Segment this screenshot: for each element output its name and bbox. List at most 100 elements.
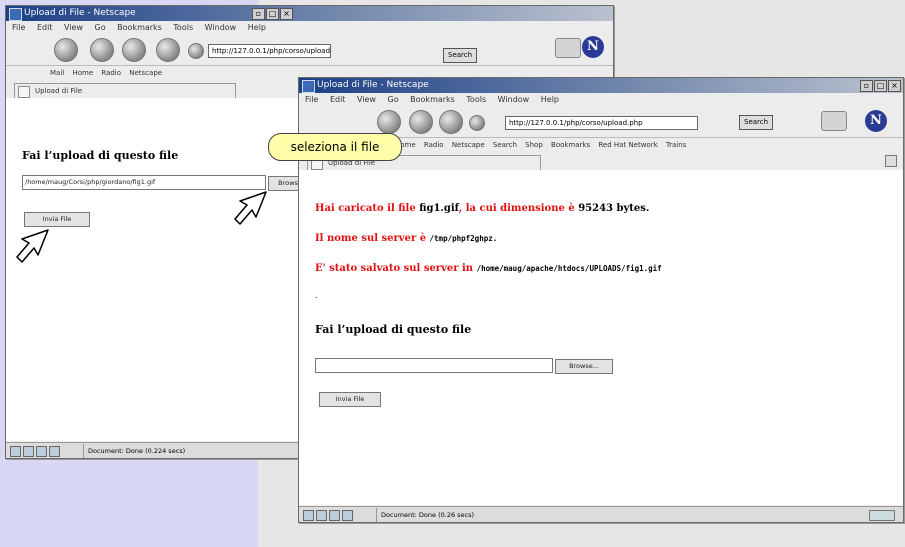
netscape-app-icon	[302, 80, 315, 93]
bookmark-home[interactable]: Home	[72, 69, 93, 77]
security-lock-icon[interactable]	[869, 510, 895, 521]
menu-window[interactable]: Window	[205, 23, 237, 32]
maximize-icon[interactable]: □	[874, 80, 887, 92]
left-menu-bar: File Edit View Go Bookmarks Tools Window…	[6, 21, 613, 35]
right-upload-heading: Fai l’upload di questo file	[315, 323, 472, 336]
result-line2-text-a: Il nome sul server è	[315, 233, 430, 244]
menu-file[interactable]: File	[12, 23, 25, 32]
bookmark-bookmarks[interactable]: Bookmarks	[551, 141, 590, 149]
result-saved-path: /home/maug/apache/htdocs/UPLOADS/fig1.gi…	[476, 264, 662, 273]
left-status-text: Document: Done (0.224 secs)	[83, 444, 185, 458]
left-upload-heading: Fai l’upload di questo file	[22, 149, 179, 162]
left-print-icon[interactable]	[555, 38, 581, 58]
left-window-controls: ▫ □ ×	[252, 8, 293, 20]
menu-view[interactable]: View	[64, 23, 83, 32]
back-icon[interactable]	[54, 38, 78, 62]
right-file-input[interactable]	[315, 358, 553, 373]
left-search-button[interactable]: Search	[443, 48, 478, 63]
minimize-icon[interactable]: ▫	[252, 8, 265, 20]
left-tab-label: Upload di File	[35, 87, 83, 95]
right-title-bar[interactable]: Upload di File - Netscape ▫ □ ×	[299, 78, 903, 93]
menu-view[interactable]: View	[357, 95, 376, 104]
netscape-app-icon	[9, 8, 22, 21]
arrow-cursor-icon	[234, 191, 267, 225]
maximize-icon[interactable]: □	[266, 8, 279, 20]
right-browse-button[interactable]: Browse...	[555, 359, 613, 374]
upload-result-line-3: E' stato salvato sul server in /home/mau…	[315, 263, 662, 274]
left-netscape-n-logo[interactable]: N	[582, 36, 604, 58]
right-window-title: Upload di File - Netscape	[317, 80, 429, 90]
right-menu-bar: File Edit View Go Bookmarks Tools Window…	[299, 93, 903, 107]
menu-tools[interactable]: Tools	[173, 23, 193, 32]
minimize-icon[interactable]: ▫	[860, 80, 873, 92]
menu-go[interactable]: Go	[95, 23, 106, 32]
status-icons	[10, 446, 60, 457]
select-file-callout: seleziona il file	[268, 133, 402, 161]
result-line1-text-a: Hai caricato il file	[315, 203, 420, 214]
home-icon[interactable]	[188, 43, 204, 59]
status-icons	[303, 510, 353, 521]
right-print-icon[interactable]	[821, 111, 847, 131]
bookmark-netscape[interactable]: Netscape	[452, 141, 485, 149]
stop-icon[interactable]	[469, 115, 485, 131]
close-icon[interactable]: ×	[280, 8, 293, 20]
forward-icon[interactable]	[90, 38, 114, 62]
bookmark-trains[interactable]: Trains	[666, 141, 686, 149]
left-file-input[interactable]: /home/maug/Corsi/php/giordano/fig1.gif	[22, 175, 266, 190]
mail-icon[interactable]	[316, 510, 327, 521]
close-icon[interactable]: ×	[888, 80, 901, 92]
composer-icon[interactable]	[36, 446, 47, 457]
menu-edit[interactable]: Edit	[37, 23, 53, 32]
result-line3-text-a: E' stato salvato sul server in	[315, 263, 477, 274]
left-tab-upload[interactable]: Upload di File	[14, 83, 236, 98]
right-status-text: Document: Done (0.26 secs)	[376, 508, 474, 522]
left-window-title: Upload di File - Netscape	[24, 8, 136, 18]
menu-window[interactable]: Window	[498, 95, 530, 104]
composer-icon[interactable]	[329, 510, 340, 521]
left-title-bar[interactable]: Upload di File - Netscape ▫ □ ×	[6, 6, 613, 21]
bookmark-search[interactable]: Search	[493, 141, 517, 149]
stop-icon[interactable]	[156, 38, 180, 62]
right-url-field[interactable]: http://127.0.0.1/php/corso/upload.php	[505, 116, 698, 130]
menu-edit[interactable]: Edit	[330, 95, 346, 104]
right-window-controls: ▫ □ ×	[860, 80, 901, 92]
left-url-field[interactable]: http://127.0.0.1/php/corso/upload.php	[208, 44, 331, 58]
right-search-button[interactable]: Search	[739, 115, 774, 130]
upload-result-line-1: Hai caricato il file fig1.gif, la cui di…	[315, 203, 649, 214]
bookmark-mail[interactable]: Mail	[50, 69, 64, 77]
menu-go[interactable]: Go	[388, 95, 399, 104]
menu-bookmarks[interactable]: Bookmarks	[117, 23, 162, 32]
menu-file[interactable]: File	[305, 95, 318, 104]
result-tmp-name: /tmp/phpf2ghpz.	[429, 234, 498, 243]
separator-dot: .	[315, 291, 318, 300]
back-icon[interactable]	[377, 110, 401, 134]
menu-tools[interactable]: Tools	[466, 95, 486, 104]
right-page-content: Hai caricato il file fig1.gif, la cui di…	[299, 170, 903, 505]
bookmark-radio[interactable]: Radio	[101, 69, 121, 77]
bookmark-netscape[interactable]: Netscape	[129, 69, 162, 77]
left-submit-button[interactable]: Invia File	[24, 212, 90, 227]
navigator-icon[interactable]	[303, 510, 314, 521]
result-filesize: 95243 bytes.	[578, 203, 650, 214]
right-submit-button[interactable]: Invia File	[319, 392, 381, 407]
close-tab-icon[interactable]	[885, 155, 897, 167]
result-filename: fig1.gif	[419, 203, 459, 214]
mail-icon[interactable]	[23, 446, 34, 457]
bookmark-red-hat-network[interactable]: Red Hat Network	[598, 141, 657, 149]
arrow-cursor-icon	[16, 229, 49, 263]
chat-icon[interactable]	[49, 446, 60, 457]
result-line1-text-b: , la cui dimensione è	[458, 203, 579, 214]
bookmark-radio[interactable]: Radio	[424, 141, 444, 149]
right-status-bar: Document: Done (0.26 secs)	[299, 506, 903, 522]
menu-bookmarks[interactable]: Bookmarks	[410, 95, 455, 104]
reload-icon[interactable]	[122, 38, 146, 62]
forward-icon[interactable]	[409, 110, 433, 134]
menu-help[interactable]: Help	[248, 23, 266, 32]
navigator-icon[interactable]	[10, 446, 21, 457]
upload-result-line-2: Il nome sul server è /tmp/phpf2ghpz.	[315, 233, 497, 244]
menu-help[interactable]: Help	[541, 95, 559, 104]
reload-icon[interactable]	[439, 110, 463, 134]
chat-icon[interactable]	[342, 510, 353, 521]
right-netscape-n-logo[interactable]: N	[865, 110, 887, 132]
bookmark-shop[interactable]: Shop	[525, 141, 543, 149]
